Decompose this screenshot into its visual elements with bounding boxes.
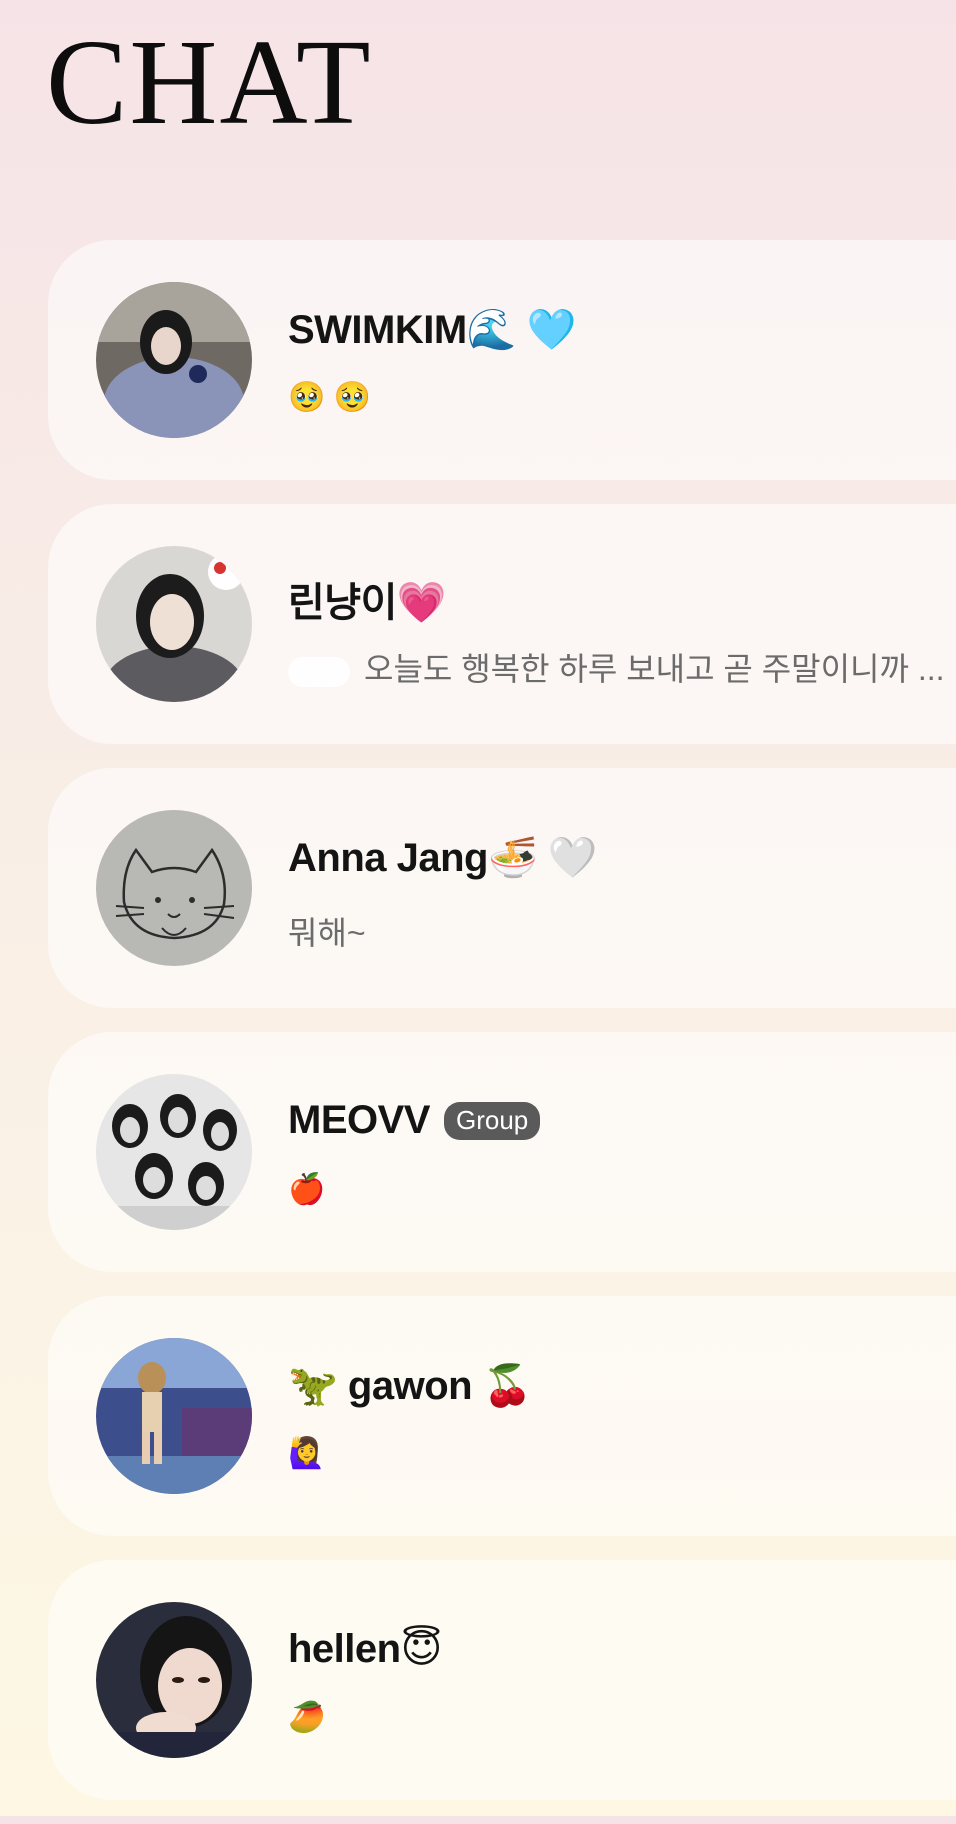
chat-item-meovv[interactable]: MEOVV Group 🍎	[48, 1032, 956, 1272]
chat-item-gawon[interactable]: 🦖 gawon 🍒 🙋‍♀️	[48, 1296, 956, 1536]
chat-preview: 🙋‍♀️	[288, 1437, 326, 1470]
chat-preview: 🥭	[288, 1701, 326, 1734]
chat-preview: 뭐해~	[288, 915, 366, 951]
chat-name: SWIMKIM🌊 🩵	[288, 308, 576, 352]
avatar[interactable]	[96, 810, 252, 966]
avatar[interactable]	[96, 1074, 252, 1230]
chat-item-hellen[interactable]: hellen😇 🥭	[48, 1560, 956, 1800]
chat-name: MEOVV Group	[288, 1098, 541, 1143]
chat-item-rinnyangi[interactable]: 린냥이💗 오늘도 행복한 하루 보내고 곧 주말이니까 ...	[48, 504, 956, 744]
group-badge: Group	[443, 1101, 541, 1140]
chat-name: 🦖 gawon 🍒	[288, 1364, 533, 1408]
chat-name: hellen😇	[288, 1627, 442, 1671]
chat-list: SWIMKIM🌊 🩵 🥹 🥹 린냥이💗 오늘도 행복한 하루 보내고 곧 주말이…	[48, 240, 956, 1824]
chat-name: Anna Jang🍜 🤍	[288, 836, 598, 880]
chat-name: 린냥이💗	[288, 581, 447, 625]
chat-preview: 🥹 🥹	[288, 381, 372, 414]
chat-preview: 🍎	[288, 1173, 326, 1206]
avatar[interactable]	[96, 282, 252, 438]
chat-item-anna-jang[interactable]: Anna Jang🍜 🤍 뭐해~	[48, 768, 956, 1008]
page-title: CHAT	[46, 15, 373, 150]
sticker-placeholder	[288, 656, 350, 687]
avatar[interactable]	[96, 1338, 252, 1494]
avatar[interactable]	[96, 1602, 252, 1758]
chat-item-swimkim[interactable]: SWIMKIM🌊 🩵 🥹 🥹	[48, 240, 956, 480]
avatar[interactable]	[96, 546, 252, 702]
chat-name-text: MEOVV	[288, 1098, 430, 1142]
chat-preview-text: 오늘도 행복한 하루 보내고 곧 주말이니까 ...	[364, 651, 945, 687]
chat-preview: 오늘도 행복한 하루 보내고 곧 주말이니까 ...	[288, 644, 945, 690]
